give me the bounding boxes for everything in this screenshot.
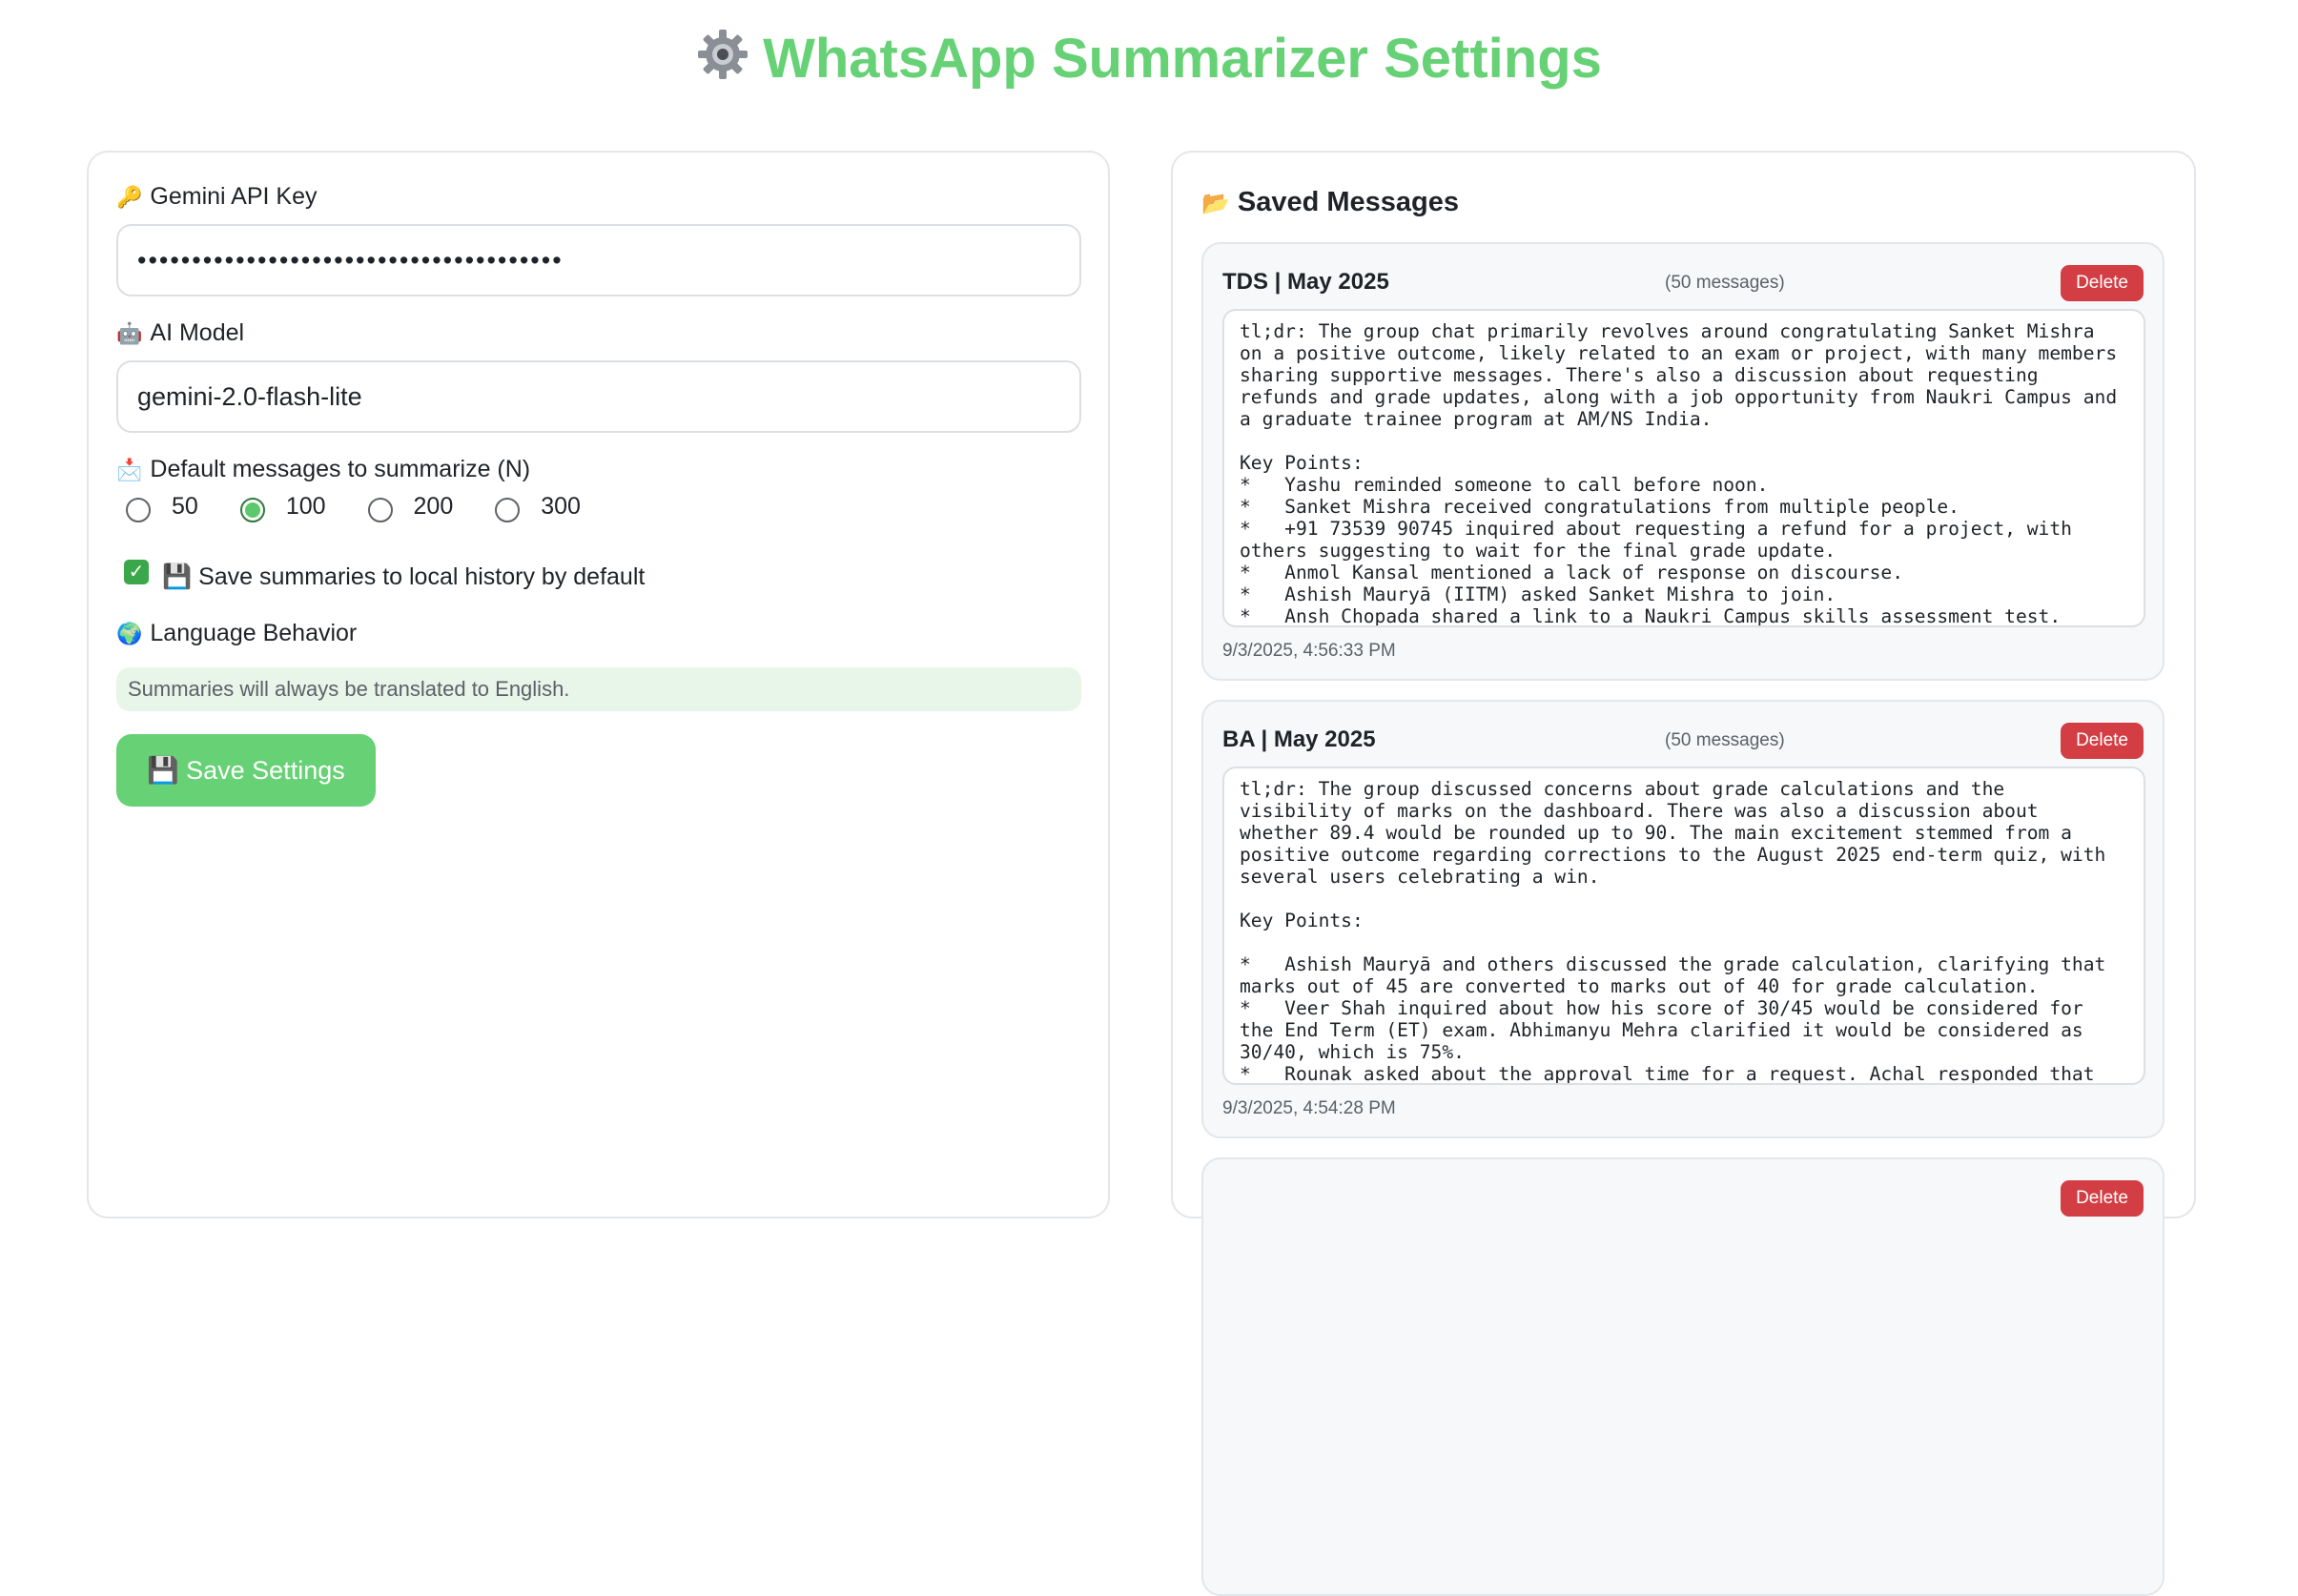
gear-icon — [696, 28, 749, 94]
radio-circle[interactable] — [239, 498, 265, 522]
save-history-label: 💾 Save summaries to local history by def… — [162, 563, 646, 590]
globe-icon: 🌍 — [116, 622, 143, 645]
save-history-row[interactable]: ✓ 💾 Save summaries to local history by d… — [124, 558, 645, 591]
page-title-text: WhatsApp Summarizer Settings — [763, 28, 1602, 90]
saved-card: Delete — [1201, 1157, 2165, 1596]
card-count: (50 messages) — [1665, 273, 1785, 293]
language-label: 🌍 Language Behavior — [116, 620, 357, 647]
radio-circle[interactable] — [367, 498, 393, 522]
radio-n-200[interactable]: 200 — [367, 490, 454, 522]
card-header: BA | May 2025 (50 messages) Delete — [1222, 723, 2144, 759]
card-timestamp: 9/3/2025, 4:54:28 PM — [1222, 1098, 1396, 1118]
saved-heading: 📂 Saved Messages — [1201, 187, 2165, 242]
card-timestamp: 9/3/2025, 4:56:33 PM — [1222, 641, 1396, 661]
model-label: 🤖 AI Model — [116, 319, 244, 347]
saved-heading-text: Saved Messages — [1237, 187, 1460, 217]
summary-textarea[interactable]: tl;dr: The group discussed concerns abou… — [1222, 767, 2145, 1085]
language-note: Summaries will always be translated to E… — [116, 667, 1081, 711]
card-header: Delete — [1222, 1180, 2144, 1217]
summary-textarea[interactable]: tl;dr: The group chat primarily revolves… — [1222, 309, 2145, 627]
model-label-text: AI Model — [150, 319, 245, 346]
card-count: (50 messages) — [1665, 730, 1785, 750]
robot-icon: 🤖 — [116, 321, 143, 345]
default-n-label-text: Default messages to summarize (N) — [150, 456, 531, 482]
default-n-label: 📩 Default messages to summarize (N) — [116, 456, 530, 483]
delete-button[interactable]: Delete — [2061, 1180, 2144, 1217]
radio-circle[interactable] — [126, 498, 151, 522]
radio-n-100[interactable]: 100 — [239, 490, 326, 522]
model-input[interactable] — [116, 360, 1081, 433]
folder-icon: 📂 — [1201, 191, 1230, 216]
save-history-checkbox[interactable]: ✓ — [124, 559, 149, 584]
radio-circle[interactable] — [495, 498, 521, 522]
radio-label: 50 — [172, 492, 198, 520]
inbox-icon: 📩 — [116, 458, 143, 481]
saved-messages-panel: 📂 Saved Messages TDS | May 2025 (50 messa… — [1171, 151, 2196, 1596]
key-icon: 🔑 — [116, 185, 143, 209]
n-radio-group: 50 100 200 300 — [126, 490, 623, 522]
saved-card: TDS | May 2025 (50 messages) Delete tl;d… — [1201, 242, 2165, 681]
card-title: TDS | May 2025 — [1222, 269, 1389, 295]
language-label-text: Language Behavior — [150, 620, 358, 646]
delete-button[interactable]: Delete — [2061, 265, 2144, 301]
delete-button[interactable]: Delete — [2061, 723, 2144, 759]
radio-n-50[interactable]: 50 — [126, 490, 198, 522]
page-title: WhatsApp Summarizer Settings — [0, 27, 2298, 94]
saved-card: BA | May 2025 (50 messages) Delete tl;dr… — [1201, 700, 2165, 1138]
radio-label: 300 — [541, 492, 581, 520]
api-key-label: 🔑 Gemini API Key — [116, 183, 317, 211]
card-title: BA | May 2025 — [1222, 726, 1376, 752]
radio-label: 200 — [413, 492, 454, 520]
radio-n-300[interactable]: 300 — [495, 490, 581, 522]
api-key-label-text: Gemini API Key — [150, 183, 318, 210]
card-header: TDS | May 2025 (50 messages) Delete — [1222, 265, 2144, 301]
api-key-input[interactable] — [116, 224, 1081, 297]
radio-label: 100 — [285, 492, 326, 520]
save-settings-button[interactable]: 💾 Save Settings — [116, 734, 376, 807]
